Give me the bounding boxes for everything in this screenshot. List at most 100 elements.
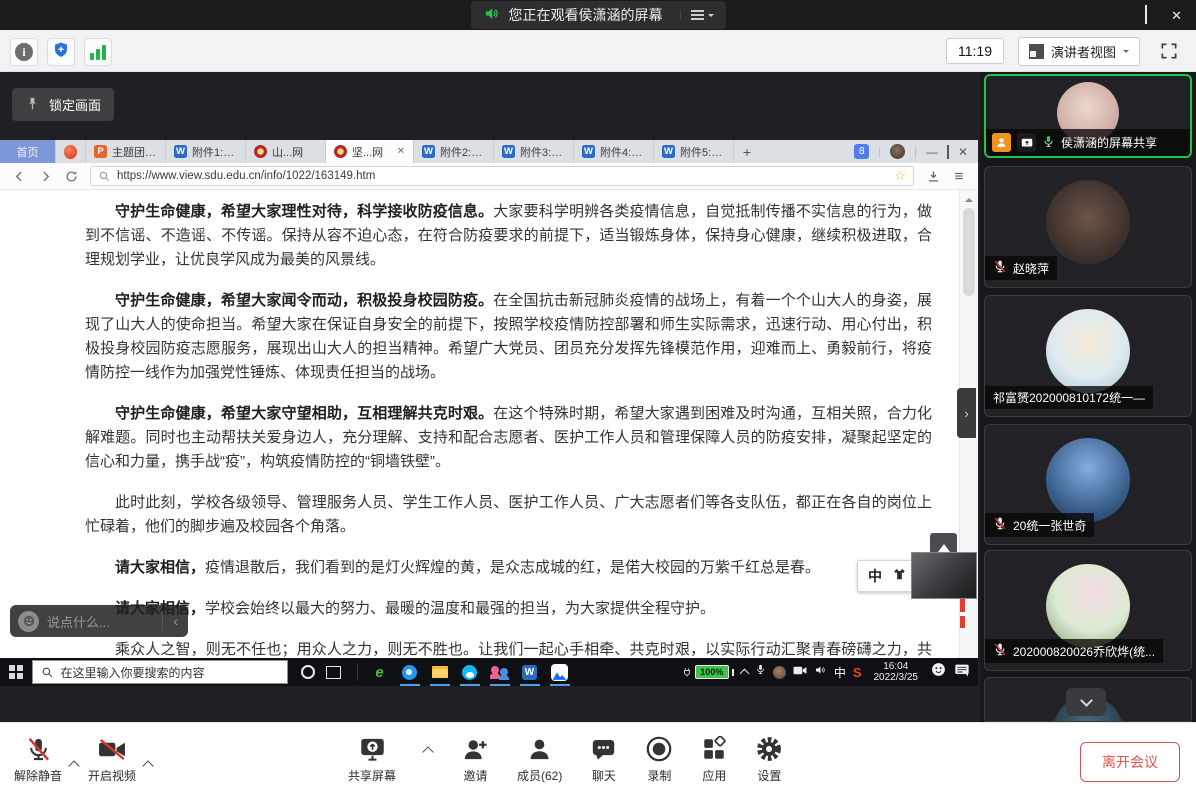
tencent-meeting-icon[interactable] xyxy=(545,658,575,686)
view-mode-button[interactable]: 演讲者视图 xyxy=(1018,37,1140,66)
more-participants-button[interactable] xyxy=(1066,688,1106,716)
security-button[interactable] xyxy=(47,38,75,66)
tab-close-button[interactable]: ✕ xyxy=(397,146,405,157)
ime-indicator[interactable]: 中 xyxy=(834,664,846,681)
watching-banner[interactable]: 您正在观看侯潇涵的屏幕 xyxy=(471,1,726,29)
start-button[interactable] xyxy=(0,658,32,686)
tab-attachment-3[interactable]: W 附件3: 校 xyxy=(494,140,574,163)
tray-camera-icon[interactable] xyxy=(793,663,807,681)
tray-speaker-icon[interactable] xyxy=(814,663,827,681)
participant-name: 20统一张世奇 xyxy=(1013,517,1086,534)
leave-meeting-button[interactable]: 离开会议 xyxy=(1080,742,1180,782)
tab-attachment-1[interactable]: W 附件1: 疫 xyxy=(166,140,246,163)
participant-tile[interactable]: 赵晓萍 xyxy=(984,166,1192,288)
unmute-button[interactable]: 解除静音 xyxy=(14,734,62,784)
start-video-button[interactable]: 开启视频 xyxy=(88,734,136,784)
emoji-icon[interactable] xyxy=(18,611,39,632)
participant-tile[interactable]: 祁富赟202000810172统一— xyxy=(984,295,1192,417)
translate-widget[interactable]: 中 xyxy=(857,560,918,592)
settings-button[interactable]: 设置 xyxy=(755,734,783,784)
scroll-up-arrow[interactable] xyxy=(965,194,973,202)
taskbar-search-box[interactable]: 在这里输入你要搜索的内容 xyxy=(32,660,288,684)
system-tray: 100% 中 S xyxy=(682,661,978,684)
page-content: 守护生命健康，希望大家理性对待，科学接收防疫信息。大家要科学明辨各类疫情信息，自… xyxy=(0,190,978,658)
participant-tile[interactable]: 202000820026乔欣烨(统... xyxy=(984,550,1192,671)
refresh-button[interactable] xyxy=(60,165,82,187)
banner-menu-button[interactable] xyxy=(680,10,714,20)
window-controls: ✕ xyxy=(1121,0,1182,30)
tab-home[interactable]: 首页 xyxy=(0,140,56,163)
network-quality-button[interactable] xyxy=(84,38,112,66)
file-explorer-icon[interactable] xyxy=(425,658,455,686)
collapse-chat-button[interactable]: ‹ xyxy=(171,613,180,629)
sdu-logo-icon xyxy=(254,145,267,158)
notification-icon[interactable] xyxy=(954,663,970,682)
task-view-button[interactable] xyxy=(326,666,341,679)
tab-theme-day[interactable]: P 主题团日活... xyxy=(86,140,166,163)
contacts-app-icon[interactable] xyxy=(485,658,515,686)
participant-label: 20统一张世奇 xyxy=(985,513,1094,537)
tab-active-article[interactable]: 坚...网 ✕ xyxy=(326,140,414,163)
tab-sdu-site[interactable]: 山...网 xyxy=(246,140,326,163)
tab-attachment-5[interactable]: W 附件5: 严 xyxy=(654,140,734,163)
video-options-chevron[interactable] xyxy=(142,760,153,771)
browser-minimize-button[interactable]: — xyxy=(926,145,938,159)
tab-attachment-2[interactable]: W 附件2: 疫 xyxy=(414,140,494,163)
lock-view-button[interactable]: 锁定画面 xyxy=(12,88,114,121)
participant-tile-sharing[interactable]: 侯潇涵的屏幕共享 xyxy=(984,74,1192,158)
cortana-button[interactable] xyxy=(301,665,315,679)
record-button[interactable]: 录制 xyxy=(645,734,673,784)
window-maximize-button[interactable] xyxy=(1145,6,1147,24)
chat-overlay[interactable]: 说点什么... ‹ xyxy=(10,605,188,637)
share-screen-icon xyxy=(359,734,386,764)
bookmark-star-button[interactable]: ☆ xyxy=(894,168,906,184)
share-options-chevron[interactable] xyxy=(422,746,433,757)
word-icon[interactable]: W xyxy=(515,658,545,686)
back-button[interactable] xyxy=(8,165,30,187)
qq-icon[interactable] xyxy=(455,658,485,686)
word-file-icon: W xyxy=(662,145,675,158)
word-file-icon: W xyxy=(422,145,435,158)
forward-button[interactable] xyxy=(34,165,56,187)
browser-menu-button[interactable]: ≡ xyxy=(948,165,970,187)
tray-mic-icon[interactable] xyxy=(755,663,766,681)
download-button[interactable] xyxy=(922,165,944,187)
tab-count-badge[interactable]: 8 xyxy=(854,144,869,159)
sidebar-collapse-handle[interactable]: › xyxy=(957,388,976,438)
fullscreen-button[interactable] xyxy=(1154,36,1184,66)
battery-indicator[interactable]: 100% xyxy=(682,665,734,679)
browser-logo-tab[interactable] xyxy=(56,140,86,163)
browser-close-button[interactable]: ✕ xyxy=(958,145,968,159)
sticker-icon[interactable] xyxy=(930,661,947,683)
tray-expand-chevron[interactable] xyxy=(739,669,749,679)
profile-avatar[interactable] xyxy=(890,144,905,159)
scrollbar-thumb[interactable] xyxy=(963,208,975,296)
members-label: 成员(62) xyxy=(517,767,562,784)
audio-options-chevron[interactable] xyxy=(68,760,79,771)
host-badge-icon xyxy=(992,133,1011,152)
apps-button[interactable]: 应用 xyxy=(701,734,727,784)
chat-input-placeholder[interactable]: 说点什么... xyxy=(47,612,154,631)
taskbar-clock[interactable]: 16:04 2022/3/25 xyxy=(874,661,919,684)
avatar xyxy=(1046,180,1130,264)
chat-button[interactable]: 聊天 xyxy=(590,734,617,784)
tray-app-icon[interactable] xyxy=(773,666,786,679)
plug-icon xyxy=(682,666,692,679)
sogou-icon[interactable]: S xyxy=(853,665,862,680)
url-box[interactable]: https://www.view.sdu.edu.cn/info/1022/16… xyxy=(90,166,914,186)
invite-button[interactable]: 邀请 xyxy=(462,734,489,784)
browser-restore-button[interactable] xyxy=(947,146,949,158)
chat-label: 聊天 xyxy=(592,767,616,784)
muted-mic-icon xyxy=(993,516,1007,534)
participant-tile[interactable]: 20统一张世奇 xyxy=(984,424,1192,545)
tab-attachment-4[interactable]: W 附件4: 反 xyxy=(574,140,654,163)
meeting-info-button[interactable]: i xyxy=(10,38,38,66)
tim-icon[interactable] xyxy=(395,658,425,686)
ie-icon[interactable]: e xyxy=(365,658,395,686)
window-close-button[interactable]: ✕ xyxy=(1171,9,1182,22)
pip-thumbnail[interactable] xyxy=(911,552,977,599)
avatar xyxy=(1046,309,1130,393)
share-screen-button[interactable]: 共享屏幕 xyxy=(348,734,396,784)
new-tab-button[interactable]: + xyxy=(734,140,760,163)
members-button[interactable]: 成员(62) xyxy=(517,734,562,784)
